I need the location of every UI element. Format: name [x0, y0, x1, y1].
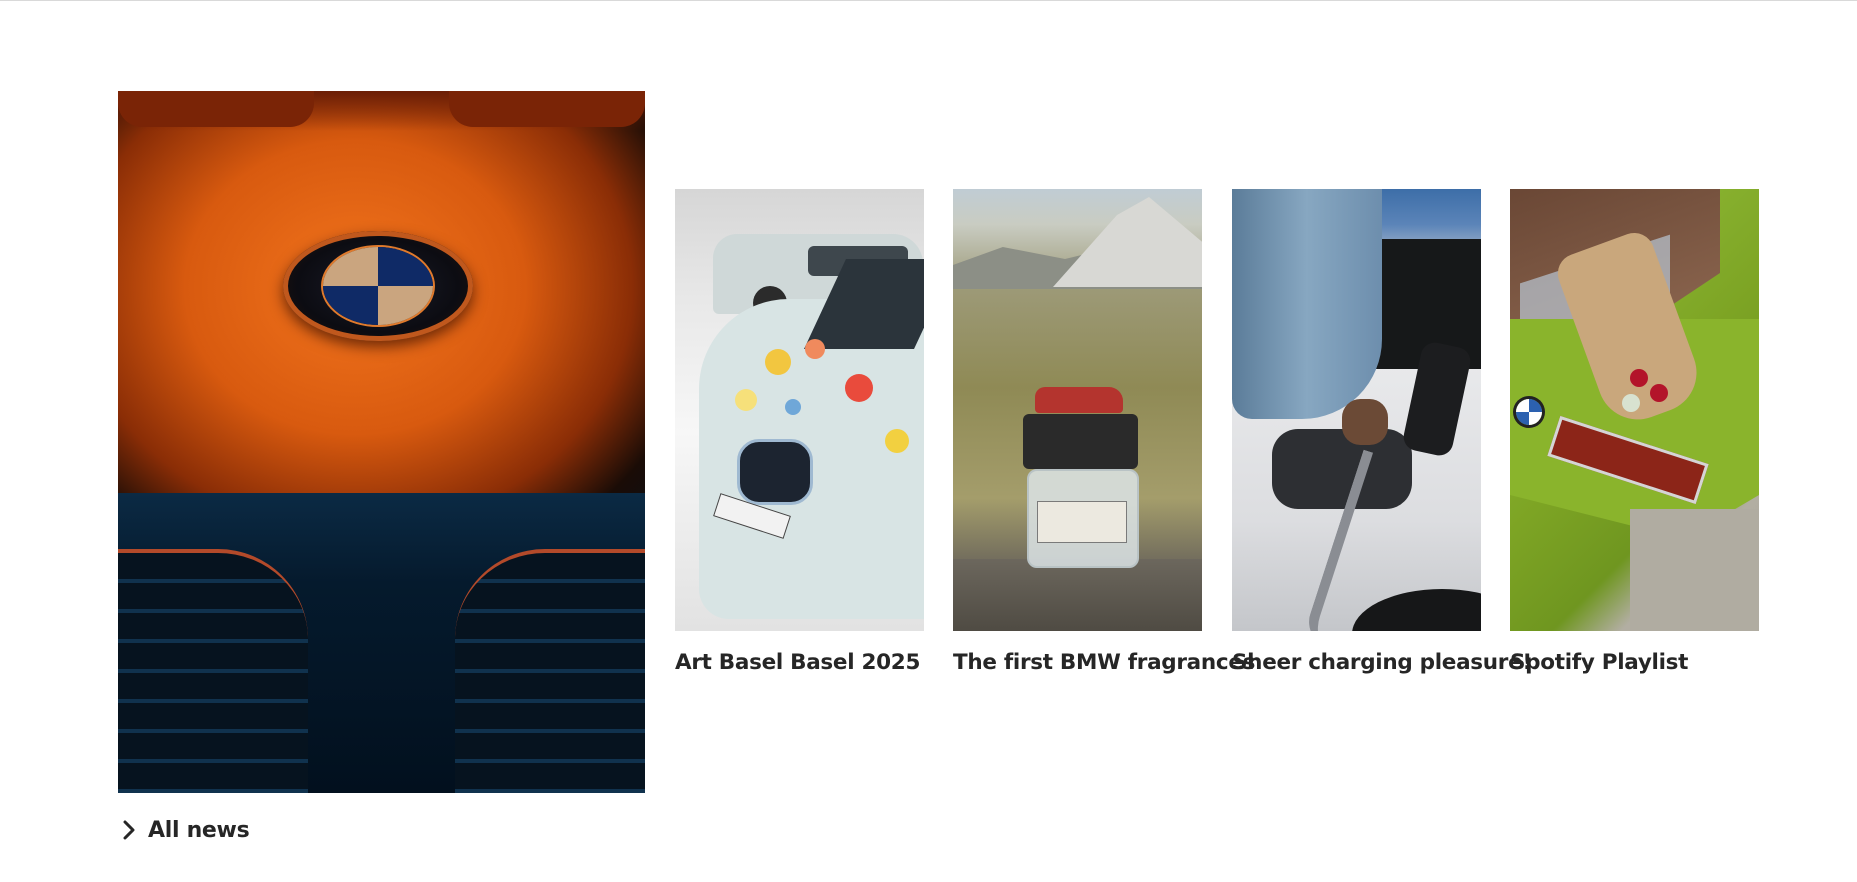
- bottle-label: [1037, 501, 1127, 543]
- hand: [1342, 399, 1388, 445]
- arm-sleeve: [1232, 189, 1382, 419]
- news-title[interactable]: Sheer charging pleasure!: [1232, 650, 1532, 675]
- chevron-right-icon: [120, 819, 138, 841]
- art-dot: [735, 389, 757, 411]
- bmw-logo-quadrants: [323, 247, 433, 325]
- art-dot: [845, 374, 873, 402]
- news-title[interactable]: Art Basel Basel 2025: [675, 650, 920, 675]
- art-dot: [805, 339, 825, 359]
- hero-vent-right: [449, 91, 645, 127]
- news-title[interactable]: Spotify Playlist: [1510, 650, 1688, 675]
- car-tire: [1352, 589, 1481, 631]
- hero-grille-left: [118, 549, 308, 793]
- rose: [1650, 384, 1668, 402]
- green-car-bouquet-image[interactable]: [1510, 189, 1759, 631]
- hero-bumper: [118, 493, 645, 793]
- art-car-image[interactable]: [675, 189, 924, 631]
- fragrance-bottle-image[interactable]: [953, 189, 1202, 631]
- all-news-label[interactable]: All news: [148, 818, 250, 843]
- white-flower: [1622, 394, 1640, 412]
- mountain: [1053, 197, 1202, 287]
- news-card-fragrance[interactable]: The first BMW fragrances: [953, 189, 1255, 675]
- art-dot: [785, 399, 801, 415]
- rose: [1630, 369, 1648, 387]
- art-dot: [885, 429, 909, 453]
- hero-vent-left: [118, 91, 314, 127]
- bottle-cap: [1023, 414, 1138, 469]
- stone-base: [953, 559, 1202, 631]
- news-card-art-basel[interactable]: Art Basel Basel 2025: [675, 189, 924, 675]
- news-card-spotify[interactable]: Spotify Playlist: [1510, 189, 1759, 675]
- bmw-logo-icon: [283, 231, 473, 341]
- bmw-emblem-icon: [1516, 399, 1542, 425]
- art-car-grille: [737, 439, 813, 505]
- mini-car: [1035, 387, 1123, 413]
- hero-featured-image[interactable]: [118, 91, 645, 793]
- news-card-charging[interactable]: Sheer charging pleasure!: [1232, 189, 1532, 675]
- top-divider: [0, 0, 1857, 1]
- all-news-link[interactable]: All news: [120, 812, 250, 848]
- garage-floor: [1630, 509, 1759, 631]
- news-title[interactable]: The first BMW fragrances: [953, 650, 1255, 675]
- hero-grille-right: [455, 549, 645, 793]
- charge-port: [1272, 429, 1412, 509]
- ev-charging-image[interactable]: [1232, 189, 1481, 631]
- art-dot: [765, 349, 791, 375]
